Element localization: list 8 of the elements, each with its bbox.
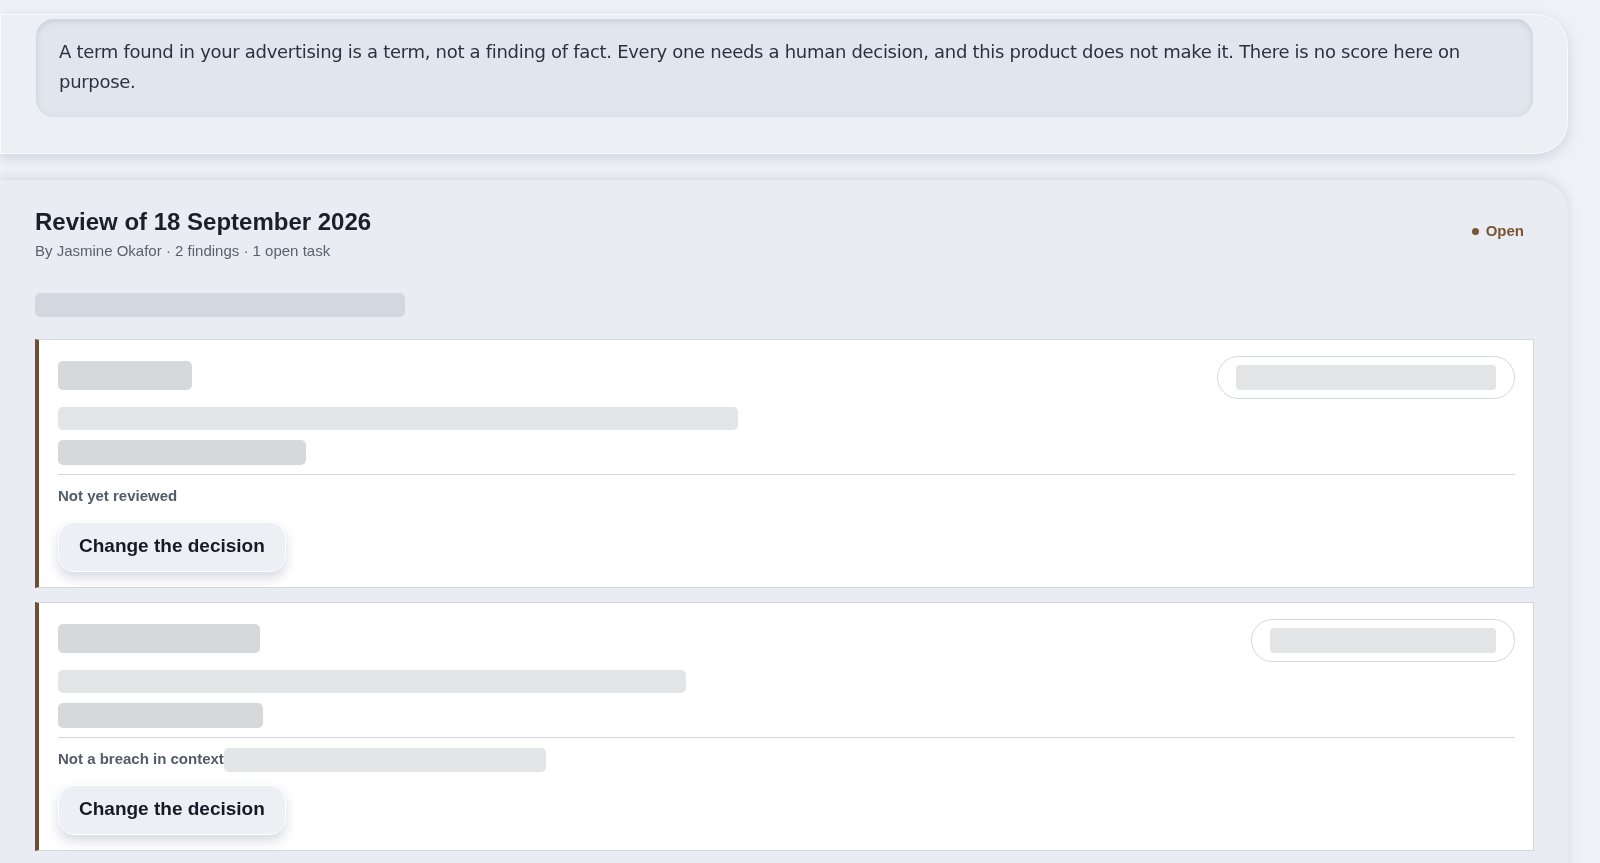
review-title: Review of 18 September 2026 <box>35 207 372 237</box>
change-decision-button[interactable]: Change the decision <box>58 521 286 572</box>
notice-text: A term found in your advertising is a term, not a finding of fact. Every one needs a human decision, and this product does not make it. There is no score here on purpose. <box>36 19 1533 117</box>
decision-label: Not a breach in context <box>58 749 224 770</box>
review-meta: By Jasmine Okafor · 2 findings · 1 open task <box>35 241 332 261</box>
status-label: Open <box>1485 221 1524 241</box>
decision-label: Not yet reviewed <box>58 486 178 507</box>
change-decision-button[interactable]: Change the decision <box>58 784 286 835</box>
